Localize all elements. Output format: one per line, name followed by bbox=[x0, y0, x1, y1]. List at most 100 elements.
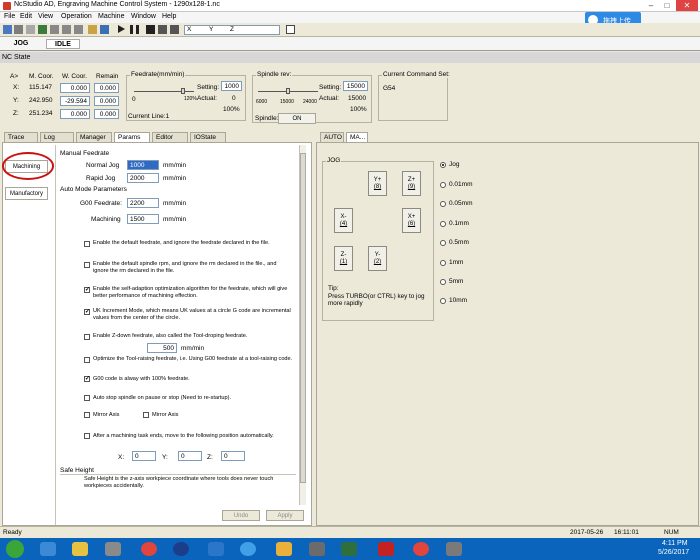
pos-y-input[interactable]: 0 bbox=[178, 451, 202, 461]
step-radio-01[interactable] bbox=[440, 221, 446, 227]
paste-icon[interactable] bbox=[74, 25, 83, 34]
params-scrollbar[interactable] bbox=[299, 145, 306, 505]
checkbox-uk-increment[interactable] bbox=[84, 308, 90, 315]
menu-edit[interactable]: Edit bbox=[20, 13, 32, 20]
checkbox-default-feedrate[interactable] bbox=[84, 241, 90, 247]
spindle-toggle-button[interactable]: ON bbox=[278, 113, 316, 124]
app-icon-3[interactable] bbox=[309, 542, 325, 556]
close-icon[interactable]: ✕ bbox=[676, 0, 698, 11]
reset-icon[interactable] bbox=[170, 25, 179, 34]
normal-jog-input[interactable]: 1000 bbox=[127, 160, 159, 170]
app-icon-2[interactable] bbox=[276, 542, 292, 556]
media-icon[interactable] bbox=[105, 542, 121, 556]
jog-y-plus-button[interactable]: Y+ (8) bbox=[368, 171, 387, 196]
checkbox-g00-full[interactable] bbox=[84, 375, 90, 382]
nc-app-icon[interactable] bbox=[173, 542, 189, 556]
x-work-coord[interactable]: 0.000 bbox=[60, 83, 90, 93]
step-icon[interactable] bbox=[158, 25, 167, 34]
tab-log[interactable]: Log bbox=[40, 132, 74, 142]
menu-file[interactable]: File bbox=[4, 13, 15, 20]
edit-icon[interactable] bbox=[38, 25, 47, 34]
jog-z-plus-button[interactable]: Z+ (9) bbox=[402, 171, 421, 196]
step-label-05: 0.5mm bbox=[449, 239, 469, 246]
print-icon[interactable] bbox=[26, 25, 35, 34]
cloud-app-icon[interactable] bbox=[240, 542, 256, 556]
step-radio-001[interactable] bbox=[440, 182, 446, 188]
folder-icon[interactable] bbox=[72, 542, 88, 556]
play-icon[interactable] bbox=[118, 25, 125, 33]
tab-auto[interactable]: AUTO bbox=[320, 132, 344, 142]
checkbox-optimize-raise[interactable] bbox=[84, 357, 90, 363]
jog-z-minus-button[interactable]: Z- (1) bbox=[334, 246, 353, 271]
spindle-setting-input[interactable]: 15000 bbox=[343, 81, 368, 91]
checkbox-auto-stop[interactable] bbox=[84, 395, 90, 401]
chrome-icon-2[interactable] bbox=[413, 542, 429, 556]
jog-y-minus-button[interactable]: Y- (2) bbox=[368, 246, 387, 271]
ie-icon[interactable] bbox=[40, 542, 56, 556]
menu-operation[interactable]: Operation bbox=[61, 13, 92, 20]
app-icon-4[interactable] bbox=[341, 542, 357, 556]
tab-manager[interactable]: Manager bbox=[76, 132, 112, 142]
step-radio-5[interactable] bbox=[440, 279, 446, 285]
tab-manual[interactable]: MA... bbox=[346, 132, 368, 142]
step-radio-05[interactable] bbox=[440, 240, 446, 246]
taskbar: 4:11 PM 5/26/2017 bbox=[0, 538, 700, 560]
cut-icon[interactable] bbox=[50, 25, 59, 34]
coordinate-input[interactable]: X Y Z bbox=[184, 25, 280, 35]
app-icon-1[interactable] bbox=[208, 542, 224, 556]
pos-x-input[interactable]: 0 bbox=[132, 451, 156, 461]
stop-icon[interactable] bbox=[146, 25, 155, 34]
g00-input[interactable]: 2200 bbox=[127, 198, 159, 208]
pause-icon[interactable] bbox=[130, 25, 133, 34]
checkbox-self-adaption[interactable] bbox=[84, 286, 90, 293]
step-radio-jog[interactable] bbox=[440, 162, 446, 168]
manufactory-button[interactable]: Manufactory bbox=[5, 187, 48, 200]
save-icon[interactable] bbox=[14, 25, 23, 34]
safe-height-heading: Safe Height bbox=[60, 467, 94, 474]
y-work-coord[interactable]: -29.594 bbox=[60, 96, 90, 106]
menu-help[interactable]: Help bbox=[162, 13, 176, 20]
checkbox-z-down[interactable] bbox=[84, 334, 90, 340]
undo-button[interactable]: Undo bbox=[222, 510, 260, 521]
step-radio-10[interactable] bbox=[440, 298, 446, 304]
params-scroll-thumb[interactable] bbox=[300, 153, 306, 483]
grid-icon[interactable] bbox=[100, 25, 109, 34]
normal-jog-label: Normal Jog bbox=[86, 162, 120, 169]
step-radio-005[interactable] bbox=[440, 201, 446, 207]
start-button-icon[interactable] bbox=[6, 540, 24, 558]
menu-view[interactable]: View bbox=[38, 13, 53, 20]
checkbox-move-after[interactable] bbox=[84, 433, 90, 439]
checkbox-mirror-y[interactable] bbox=[143, 412, 149, 418]
machining-feed-input[interactable]: 1500 bbox=[127, 214, 159, 224]
checkbox-default-spindle[interactable] bbox=[84, 262, 90, 268]
tab-trace[interactable]: Trace bbox=[4, 132, 38, 142]
app-icon-6[interactable] bbox=[446, 542, 462, 556]
help-icon[interactable] bbox=[286, 25, 295, 34]
jog-x-minus-button[interactable]: X- (4) bbox=[334, 208, 353, 233]
jog-x-plus-button[interactable]: X+ (6) bbox=[402, 208, 421, 233]
minimize-icon[interactable]: – bbox=[644, 0, 658, 11]
tab-editor[interactable]: Editor bbox=[152, 132, 188, 142]
menu-window[interactable]: Window bbox=[131, 13, 156, 20]
checkbox-mirror-x[interactable] bbox=[84, 412, 90, 418]
spindle-slider[interactable] bbox=[286, 88, 290, 94]
maximize-icon[interactable]: □ bbox=[660, 0, 674, 11]
tool-icon[interactable] bbox=[88, 25, 97, 34]
axis-y-label: Y: bbox=[13, 97, 19, 104]
copy-icon[interactable] bbox=[62, 25, 71, 34]
chrome-icon[interactable] bbox=[141, 542, 157, 556]
spindle-percent: 100% bbox=[350, 106, 367, 113]
menu-machine[interactable]: Machine bbox=[98, 13, 124, 20]
open-icon[interactable] bbox=[3, 25, 12, 34]
app-icon-5[interactable] bbox=[378, 542, 394, 556]
z-down-input[interactable]: 500 bbox=[147, 343, 177, 353]
apply-button[interactable]: Apply bbox=[266, 510, 304, 521]
tab-iostate[interactable]: IOState bbox=[190, 132, 226, 142]
tab-params[interactable]: Params bbox=[114, 132, 150, 142]
feedrate-slider[interactable] bbox=[181, 88, 185, 94]
pos-z-input[interactable]: 0 bbox=[221, 451, 245, 461]
step-radio-1[interactable] bbox=[440, 260, 446, 266]
feedrate-setting-input[interactable]: 1000 bbox=[221, 81, 242, 91]
rapid-jog-input[interactable]: 2000 bbox=[127, 173, 159, 183]
z-work-coord[interactable]: 0.000 bbox=[60, 109, 90, 119]
